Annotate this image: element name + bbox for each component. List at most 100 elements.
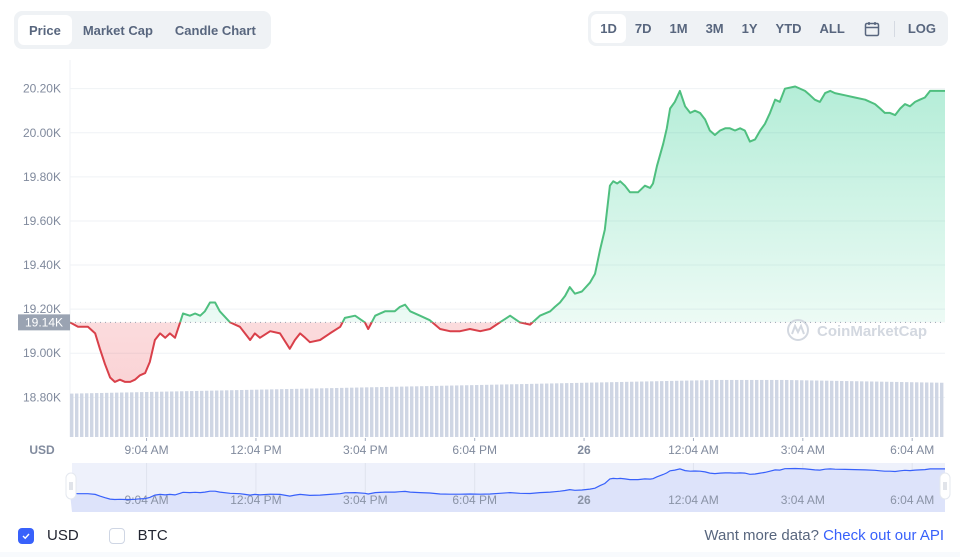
volume-bar: [570, 383, 574, 437]
volume-bars: [70, 379, 944, 437]
btc-checkbox[interactable]: [108, 527, 125, 544]
price-area-up: [180, 86, 945, 323]
volume-bar: [840, 380, 844, 437]
navigator-tick-label: 3:04 AM: [781, 493, 825, 507]
volume-bar: [320, 388, 324, 437]
volume-bar: [740, 379, 744, 437]
volume-bar: [335, 387, 339, 437]
volume-bar: [470, 385, 474, 437]
volume-bar: [455, 385, 459, 437]
volume-bar: [880, 381, 884, 437]
volume-bar: [290, 388, 294, 437]
currency-option-usd[interactable]: USD: [18, 527, 79, 544]
volume-bar: [870, 381, 874, 437]
navigator-handle-left[interactable]: [65, 472, 77, 500]
volume-bar: [700, 380, 704, 437]
usd-checkbox[interactable]: [18, 527, 34, 544]
volume-bar: [130, 392, 134, 437]
volume-bar: [735, 379, 739, 437]
volume-bar: [765, 379, 769, 437]
volume-bar: [390, 386, 394, 437]
volume-bar: [810, 380, 814, 437]
api-link[interactable]: Check out our API: [823, 527, 944, 544]
volume-bar: [680, 380, 684, 437]
volume-bar: [250, 389, 254, 437]
volume-bar: [495, 384, 499, 437]
volume-bar: [360, 387, 364, 437]
watermark-text: CoinMarketCap: [817, 323, 927, 340]
volume-bar: [120, 392, 124, 437]
volume-bar: [400, 386, 404, 437]
navigator-tick-label: 6:04 AM: [890, 493, 934, 507]
volume-bar: [820, 380, 824, 437]
volume-bar: [375, 387, 379, 437]
navigator-tick-label: 26: [577, 493, 591, 507]
volume-bar: [770, 379, 774, 437]
volume-bar: [485, 384, 489, 437]
volume-bar: [610, 382, 614, 437]
volume-bar: [150, 391, 154, 437]
volume-bar: [940, 382, 944, 437]
volume-bar: [785, 379, 789, 437]
volume-bar: [95, 393, 99, 437]
volume-bar: [235, 390, 239, 437]
volume-bar: [550, 383, 554, 437]
volume-bar: [185, 391, 189, 437]
volume-bar: [310, 388, 314, 437]
volume-bar: [480, 384, 484, 437]
volume-bar: [440, 385, 444, 437]
volume-bar: [545, 383, 549, 437]
volume-bar: [255, 389, 259, 437]
volume-bar: [370, 387, 374, 437]
volume-bar: [90, 393, 94, 437]
check-icon: [22, 533, 30, 539]
volume-bar: [815, 380, 819, 437]
volume-bar: [640, 381, 644, 437]
volume-bar: [365, 387, 369, 437]
x-tick-label: 3:04 AM: [781, 443, 825, 457]
volume-bar: [690, 380, 694, 437]
volume-bar: [805, 380, 809, 437]
volume-bar: [625, 381, 629, 437]
volume-bar: [460, 385, 464, 437]
volume-bar: [865, 381, 869, 437]
volume-bar: [75, 393, 79, 437]
currency-option-btc[interactable]: BTC: [108, 527, 168, 544]
range-navigator[interactable]: 9:04 AM 12:04 PM 3:04 PM 6:04 PM 26 12:04 AM 3…: [65, 463, 951, 512]
y-tick-label: 20.00K: [23, 126, 61, 140]
volume-bar: [900, 382, 904, 437]
volume-bar: [330, 388, 334, 437]
volume-bar: [930, 382, 934, 437]
volume-bar: [715, 379, 719, 437]
volume-bar: [795, 380, 799, 437]
volume-bar: [70, 393, 74, 437]
volume-bar: [420, 386, 424, 437]
volume-bar: [285, 389, 289, 437]
volume-bar: [465, 385, 469, 437]
volume-bar: [340, 387, 344, 437]
volume-bar: [110, 392, 114, 437]
navigator-tick-label: 3:04 PM: [343, 493, 388, 507]
volume-bar: [395, 386, 399, 437]
volume-bar: [835, 380, 839, 437]
volume-bar: [200, 390, 204, 437]
volume-bar: [605, 382, 609, 437]
x-tick-label: 9:04 AM: [125, 443, 169, 457]
volume-bar: [580, 382, 584, 437]
volume-bar: [490, 384, 494, 437]
volume-bar: [585, 382, 589, 437]
volume-bar: [775, 379, 779, 437]
volume-bar: [720, 379, 724, 437]
x-tick-label: 12:04 PM: [230, 443, 281, 457]
y-tick-label: 19.60K: [23, 214, 61, 228]
volume-bar: [565, 383, 569, 437]
volume-bar: [425, 386, 429, 437]
volume-bar: [675, 380, 679, 437]
volume-bar: [850, 381, 854, 437]
volume-bar: [890, 381, 894, 437]
volume-bar: [265, 389, 269, 437]
volume-bar: [685, 380, 689, 437]
navigator-handle-right[interactable]: [939, 472, 951, 500]
volume-bar: [660, 381, 664, 437]
price-chart[interactable]: CoinMarketCap 18.80K 19.00K 19.20K 19.40K 19…: [0, 0, 960, 557]
